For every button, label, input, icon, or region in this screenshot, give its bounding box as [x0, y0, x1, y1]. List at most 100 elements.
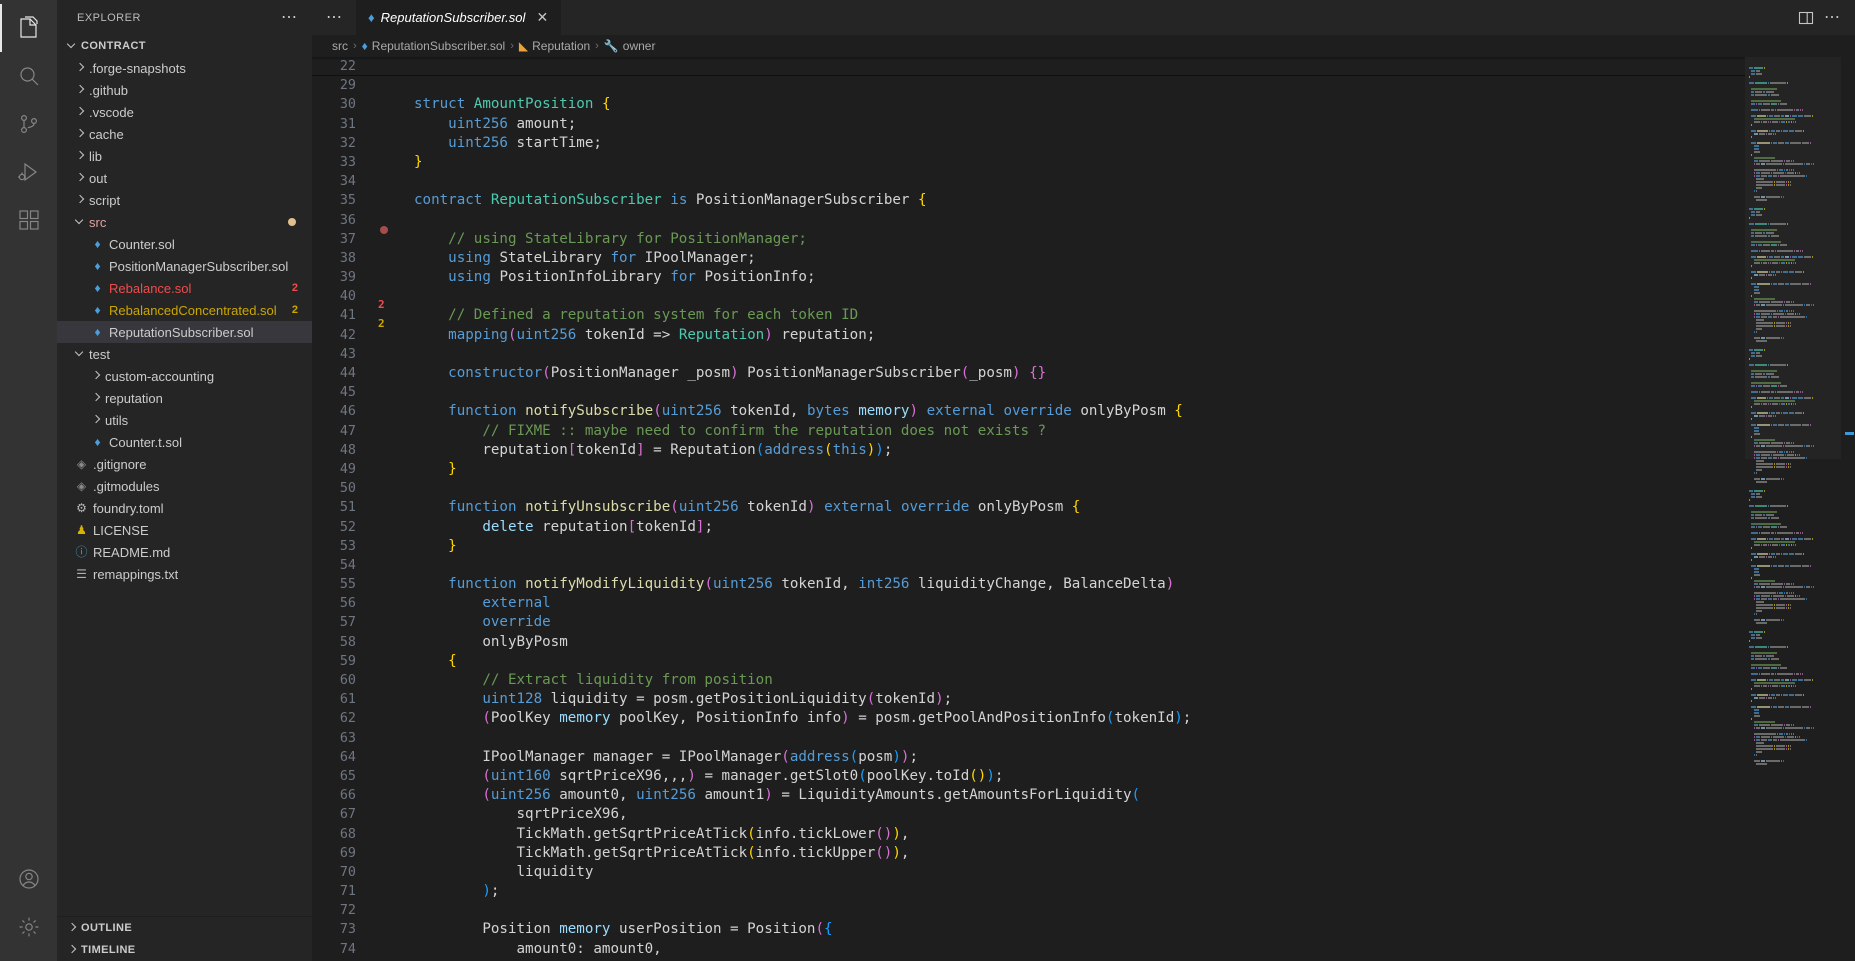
- code-text[interactable]: [400, 901, 1745, 920]
- code-text[interactable]: delete reputation[tokenId];: [400, 518, 1745, 537]
- code-text[interactable]: (uint256 amount0, uint256 amount1) = Liq…: [400, 786, 1745, 805]
- code-text[interactable]: using PositionInfoLibrary for PositionIn…: [400, 268, 1745, 287]
- tree-item-reputation[interactable]: reputation: [57, 387, 312, 409]
- code-text[interactable]: }: [400, 153, 1745, 172]
- code-line[interactable]: 43: [312, 345, 1745, 364]
- code-text[interactable]: [400, 383, 1745, 402]
- tree-item-github[interactable]: .github: [57, 79, 312, 101]
- code-line[interactable]: 40 2: [312, 287, 1745, 311]
- tab-reputationsubscriber-sol[interactable]: ♦ ReputationSubscriber.sol ✕: [356, 0, 563, 35]
- tree-item-forge-snapshots[interactable]: .forge-snapshots: [57, 57, 312, 79]
- code-line[interactable]: 71 );: [312, 882, 1745, 901]
- code-line[interactable]: 33}: [312, 153, 1745, 172]
- code-line[interactable]: 67 sqrtPriceX96,: [312, 805, 1745, 824]
- code-text[interactable]: [400, 57, 1745, 76]
- code-text[interactable]: IPoolManager manager = IPoolManager(addr…: [400, 748, 1745, 767]
- code-line[interactable]: 22: [312, 57, 1745, 77]
- code-line[interactable]: 58 onlyByPosm: [312, 633, 1745, 652]
- code-line[interactable]: 34: [312, 172, 1745, 191]
- code-line[interactable]: 53 }: [312, 537, 1745, 556]
- code-line[interactable]: 55 function notifyModifyLiquidity(uint25…: [312, 575, 1745, 594]
- tree-item-utils[interactable]: utils: [57, 409, 312, 431]
- tree-item-script[interactable]: script: [57, 189, 312, 211]
- sidebar-more-actions-icon[interactable]: ⋯: [275, 9, 304, 25]
- code-text[interactable]: {: [400, 652, 1745, 671]
- file-tree[interactable]: CONTRACT .forge-snapshots .github .vscode c…: [57, 35, 312, 916]
- code-line[interactable]: 60 // Extract liquidity from position: [312, 671, 1745, 690]
- code-line[interactable]: 44 constructor(PositionManager _posm) Po…: [312, 364, 1745, 383]
- code-line[interactable]: 31 uint256 amount;: [312, 115, 1745, 134]
- settings-gear-icon[interactable]: [0, 903, 57, 951]
- code-text[interactable]: // using StateLibrary for PositionManage…: [400, 230, 1745, 249]
- code-line[interactable]: 30 struct AmountPosition {: [312, 95, 1745, 114]
- tree-item-out[interactable]: out: [57, 167, 312, 189]
- code-text[interactable]: [400, 287, 1745, 306]
- code-text[interactable]: }: [400, 537, 1745, 556]
- code-line[interactable]: 41 2 // Defined a reputation system for e…: [312, 306, 1745, 330]
- code-line[interactable]: 64 IPoolManager manager = IPoolManager(a…: [312, 748, 1745, 767]
- breadcrumb-item-class[interactable]: ◣ Reputation: [519, 39, 590, 53]
- tree-item-remappings-txt[interactable]: ☰ remappings.txt: [57, 563, 312, 585]
- code-text[interactable]: onlyByPosm: [400, 633, 1745, 652]
- code-text[interactable]: function notifyUnsubscribe(uint256 token…: [400, 498, 1745, 517]
- code-text[interactable]: constructor(PositionManager _posm) Posit…: [400, 364, 1745, 383]
- code-text[interactable]: }: [400, 460, 1745, 479]
- tabs-more-actions-icon[interactable]: ⋯: [312, 0, 356, 35]
- code-text[interactable]: uint128 liquidity = posm.getPositionLiqu…: [400, 690, 1745, 709]
- code-line[interactable]: 50: [312, 479, 1745, 498]
- code-text[interactable]: [400, 345, 1745, 364]
- breadcrumb-item-file[interactable]: ♦ ReputationSubscriber.sol: [362, 39, 506, 53]
- code-line[interactable]: 66 (uint256 amount0, uint256 amount1) = …: [312, 786, 1745, 805]
- code-line[interactable]: 74 amount0: amount0,: [312, 940, 1745, 959]
- code-text[interactable]: );: [400, 882, 1745, 901]
- code-text[interactable]: using StateLibrary for IPoolManager;: [400, 249, 1745, 268]
- code-line[interactable]: 35 contract ReputationSubscriber is Posit…: [312, 191, 1745, 210]
- code-text[interactable]: struct AmountPosition {: [400, 95, 1745, 114]
- overview-ruler[interactable]: [1841, 57, 1855, 961]
- code-line[interactable]: 29: [312, 76, 1745, 95]
- code-text[interactable]: // Extract liquidity from position: [400, 671, 1745, 690]
- extensions-icon[interactable]: [0, 196, 57, 244]
- code-text[interactable]: [400, 479, 1745, 498]
- code-text[interactable]: // FIXME :: maybe need to confirm the re…: [400, 422, 1745, 441]
- more-actions-icon[interactable]: ⋯: [1821, 7, 1843, 29]
- code-text[interactable]: (PoolKey memory poolKey, PositionInfo in…: [400, 709, 1745, 728]
- tree-item-readme-md[interactable]: ⓘ README.md: [57, 541, 312, 563]
- code-line[interactable]: 70 liquidity: [312, 863, 1745, 882]
- workspace-root-row[interactable]: CONTRACT: [57, 35, 312, 57]
- code-line[interactable]: 57 override: [312, 613, 1745, 632]
- code-text[interactable]: // Defined a reputation system for each …: [400, 306, 1745, 325]
- tree-item-rebalancedconcentrated-sol[interactable]: ♦ RebalancedConcentrated.sol 2: [57, 299, 312, 321]
- code-line[interactable]: 49 }: [312, 460, 1745, 479]
- close-icon[interactable]: ✕: [533, 9, 551, 27]
- explorer-icon[interactable]: [0, 4, 57, 52]
- tree-item-custom-accounting[interactable]: custom-accounting: [57, 365, 312, 387]
- code-text[interactable]: Position memory userPosition = Position(…: [400, 920, 1745, 939]
- code-text[interactable]: amount0: amount0,: [400, 940, 1745, 959]
- breadcrumb-item-src[interactable]: src: [332, 39, 348, 53]
- code-viewport[interactable]: 22 29 30 struct AmountPosition {31 uint25…: [312, 57, 1745, 961]
- minimap[interactable]: [1745, 57, 1841, 961]
- run-and-debug-icon[interactable]: [0, 148, 57, 196]
- code-text[interactable]: TickMath.getSqrtPriceAtTick(info.tickUpp…: [400, 844, 1745, 863]
- code-lines[interactable]: 22 29 30 struct AmountPosition {31 uint25…: [312, 57, 1745, 959]
- code-line[interactable]: 63: [312, 729, 1745, 748]
- code-text[interactable]: [400, 556, 1745, 575]
- accounts-icon[interactable]: [0, 855, 57, 903]
- tree-item-counter-sol[interactable]: ♦ Counter.sol: [57, 233, 312, 255]
- tree-item-reputationsubscriber-sol[interactable]: ♦ ReputationSubscriber.sol: [57, 321, 312, 343]
- code-text[interactable]: contract ReputationSubscriber is Positio…: [400, 191, 1745, 210]
- code-text[interactable]: function notifySubscribe(uint256 tokenId…: [400, 402, 1745, 421]
- code-line[interactable]: 73 Position memory userPosition = Positi…: [312, 920, 1745, 939]
- code-text[interactable]: function notifyModifyLiquidity(uint256 t…: [400, 575, 1745, 594]
- code-line[interactable]: 56 external: [312, 594, 1745, 613]
- code-line[interactable]: 51 function notifyUnsubscribe(uint256 to…: [312, 498, 1745, 517]
- tree-item-positionmanagersubscriber-sol[interactable]: ♦ PositionManagerSubscriber.sol: [57, 255, 312, 277]
- split-editor-right-icon[interactable]: [1795, 7, 1817, 29]
- code-text[interactable]: (uint160 sqrtPriceX96,,,) = manager.getS…: [400, 767, 1745, 786]
- code-text[interactable]: uint256 startTime;: [400, 134, 1745, 153]
- timeline-panel-header[interactable]: TIMELINE: [57, 939, 312, 961]
- tree-item-src[interactable]: src: [57, 211, 312, 233]
- tree-item-gitmodules[interactable]: ◈ .gitmodules: [57, 475, 312, 497]
- code-line[interactable]: 46 function notifySubscribe(uint256 toke…: [312, 402, 1745, 421]
